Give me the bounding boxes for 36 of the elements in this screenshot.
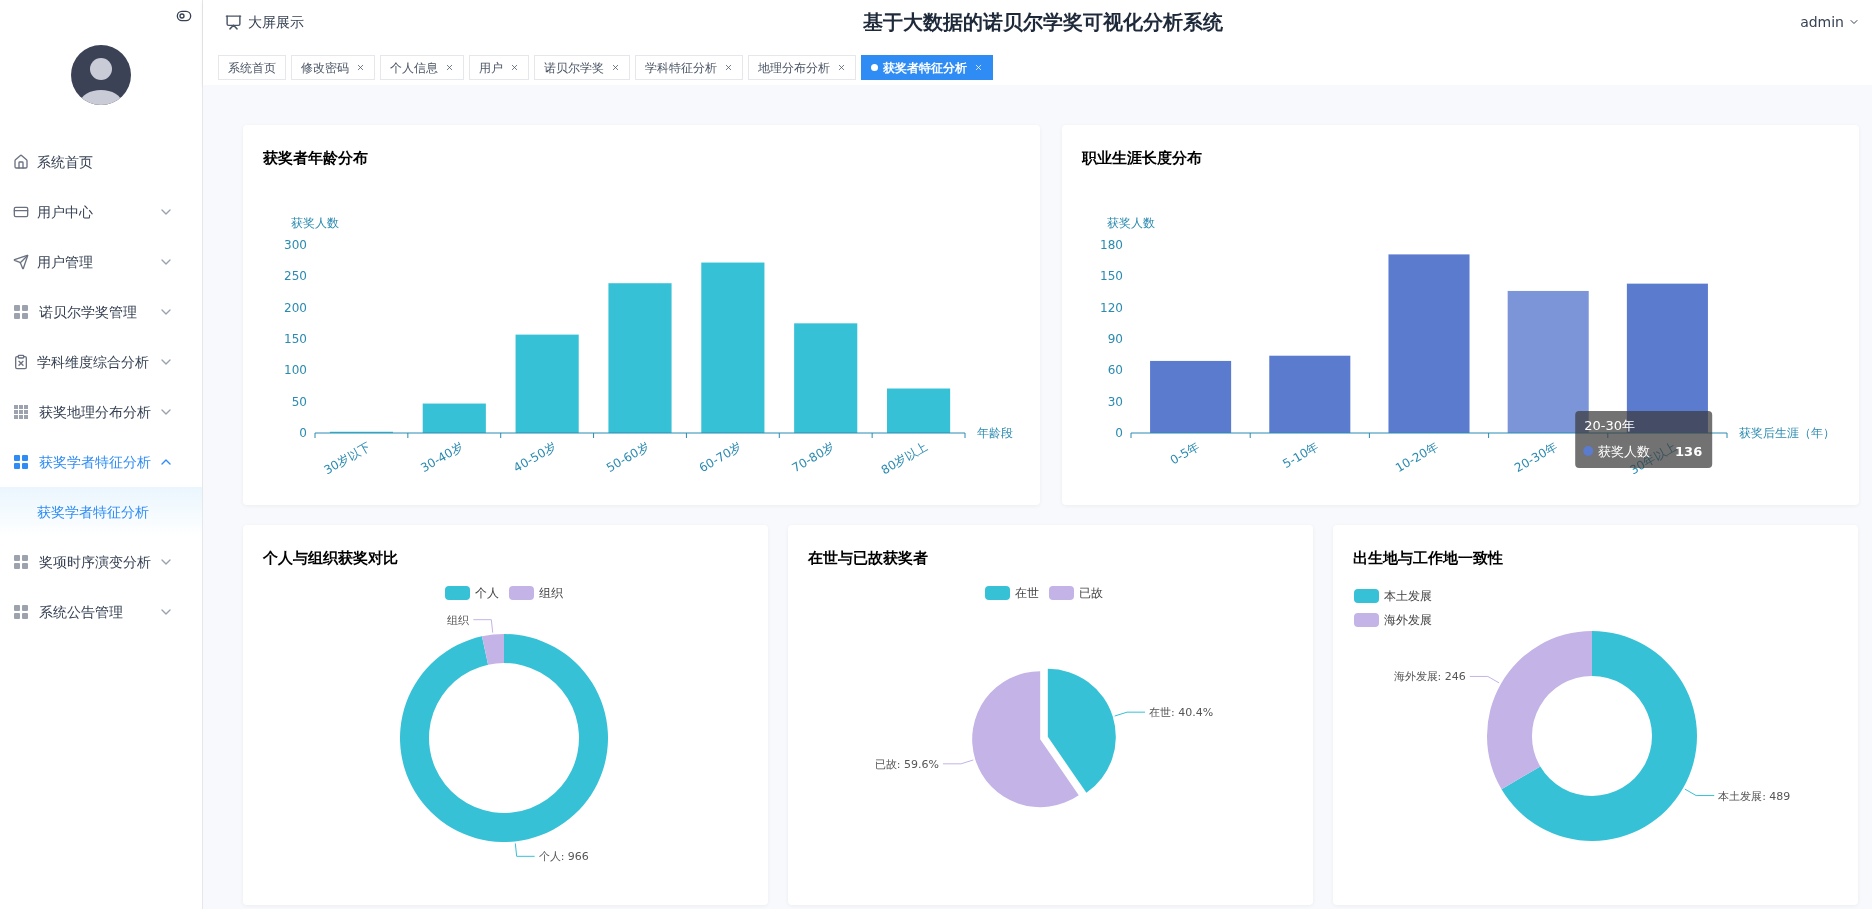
- slice-label: 海外发展: 246: [1393, 669, 1466, 683]
- slice-label: 个人: 966: [538, 849, 589, 863]
- tooltip-value: 136: [1675, 443, 1703, 459]
- axis-label: 50: [291, 394, 307, 409]
- axis-title: 获奖人数: [1107, 215, 1155, 230]
- card-title: 获奖者年龄分布: [263, 148, 369, 169]
- axis-label: 80岁以上: [878, 438, 931, 477]
- axis-title: 获奖后生涯（年）: [1739, 425, 1835, 440]
- card-title: 个人与组织获奖对比: [262, 548, 399, 569]
- axis-label: 150: [1100, 268, 1123, 283]
- axis-label: 0: [1115, 425, 1123, 440]
- card-title: 出生地与工作地一致性: [1352, 548, 1504, 569]
- axis-label: 100: [284, 362, 307, 377]
- axis-label: 250: [284, 268, 307, 283]
- axis-label: 300: [284, 237, 307, 252]
- page-title: 基于大数据的诺贝尔学奖可视化分析系统: [862, 9, 1223, 36]
- axis-label: 5-10年: [1280, 438, 1322, 471]
- slice-label: 本土发展: 489: [1718, 789, 1791, 803]
- axis-label: 180: [1100, 237, 1123, 252]
- slice-label: 组织: [447, 613, 470, 627]
- axis-label: 90: [1107, 331, 1123, 346]
- axis-label: 0: [299, 425, 307, 440]
- axis-title: 年龄段: [977, 425, 1013, 440]
- slice-label: 在世: 40.4%: [1149, 705, 1214, 719]
- axis-label: 120: [1100, 300, 1123, 315]
- card-title: 职业生涯长度分布: [1082, 148, 1203, 169]
- axis-label: 60: [1107, 362, 1123, 377]
- axis-label: 30: [1107, 394, 1123, 409]
- axis-label: 30岁以下: [321, 438, 373, 477]
- axis-title: 获奖人数: [291, 215, 339, 230]
- axis-label: 150: [284, 331, 307, 346]
- axis-label: 200: [284, 300, 307, 315]
- card-title: 在世与已故获奖者: [807, 548, 929, 569]
- tooltip-title: 20-30年: [1584, 417, 1635, 433]
- slice-label: 已故: 59.6%: [874, 757, 939, 771]
- axis-label: 0-5年: [1167, 438, 1203, 467]
